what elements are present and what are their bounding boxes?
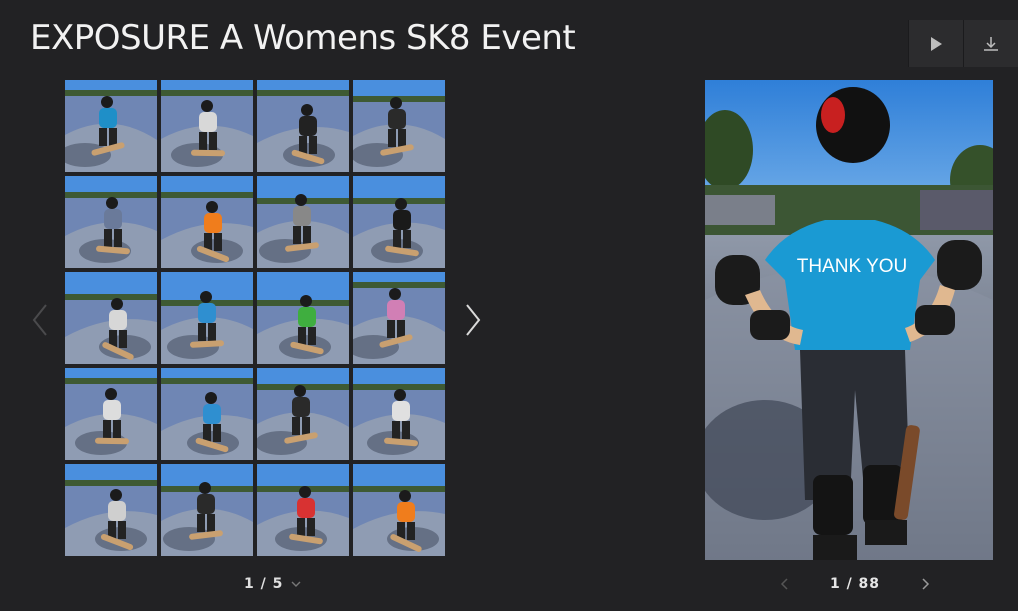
thumbnail-image xyxy=(65,176,157,268)
photo-previous-button[interactable] xyxy=(780,578,788,590)
gallery-toolbar xyxy=(908,20,1018,67)
chevron-down-icon xyxy=(291,581,301,587)
play-icon xyxy=(931,36,942,51)
thumbnail-13[interactable] xyxy=(65,368,157,460)
grid-next-button[interactable] xyxy=(463,300,483,340)
thumbnail-19[interactable] xyxy=(257,464,349,556)
thumbnail-grid xyxy=(65,80,445,556)
slideshow-button[interactable] xyxy=(908,20,963,67)
main-photo[interactable]: THANK YOU xyxy=(705,80,993,560)
thumbnail-14[interactable] xyxy=(161,368,253,460)
thumbnail-3[interactable] xyxy=(257,80,349,172)
thumbnail-image xyxy=(65,368,157,460)
thumbnail-image xyxy=(65,464,157,556)
thumbnail-image xyxy=(161,368,253,460)
grid-page-indicator: 1 / 5 xyxy=(244,576,284,592)
photo-counter: 1 / 88 xyxy=(829,576,881,592)
thumbnail-image xyxy=(257,272,349,364)
thumbnail-image xyxy=(161,272,253,364)
thumbnail-20[interactable] xyxy=(353,464,445,556)
thumbnail-image xyxy=(65,80,157,172)
grid-page-selector[interactable]: 1 / 5 xyxy=(244,576,301,592)
chevron-left-icon xyxy=(780,578,788,590)
thumbnail-8[interactable] xyxy=(353,176,445,268)
main-photo-image: THANK YOU xyxy=(705,80,993,560)
thumbnail-image xyxy=(353,272,445,364)
thumbnail-image xyxy=(353,176,445,268)
thumbnail-9[interactable] xyxy=(65,272,157,364)
chevron-right-icon xyxy=(466,304,481,336)
gallery-title: EXPOSURE A Womens SK8 Event xyxy=(30,18,576,58)
chevron-right-icon xyxy=(922,578,930,590)
photo-next-button[interactable] xyxy=(922,578,930,590)
thumbnail-image xyxy=(257,368,349,460)
thumbnail-12[interactable] xyxy=(353,272,445,364)
thumbnail-17[interactable] xyxy=(65,464,157,556)
thumbnail-4[interactable] xyxy=(353,80,445,172)
thumbnail-18[interactable] xyxy=(161,464,253,556)
thumbnail-2[interactable] xyxy=(161,80,253,172)
thumbnail-7[interactable] xyxy=(257,176,349,268)
thumbnail-image xyxy=(353,368,445,460)
thumbnail-image xyxy=(161,176,253,268)
grid-previous-button[interactable] xyxy=(30,300,50,340)
thumbnail-10[interactable] xyxy=(161,272,253,364)
shirt-text: THANK YOU xyxy=(797,256,908,277)
thumbnail-6[interactable] xyxy=(161,176,253,268)
thumbnail-image xyxy=(65,272,157,364)
thumbnail-image xyxy=(353,464,445,556)
thumbnail-16[interactable] xyxy=(353,368,445,460)
thumbnail-image xyxy=(257,464,349,556)
thumbnail-image xyxy=(161,80,253,172)
download-button[interactable] xyxy=(963,20,1018,67)
download-icon xyxy=(984,36,998,51)
thumbnail-1[interactable] xyxy=(65,80,157,172)
thumbnail-image xyxy=(161,464,253,556)
thumbnail-15[interactable] xyxy=(257,368,349,460)
thumbnail-image xyxy=(257,80,349,172)
thumbnail-11[interactable] xyxy=(257,272,349,364)
thumbnail-image xyxy=(353,80,445,172)
thumbnail-image xyxy=(257,176,349,268)
thumbnail-5[interactable] xyxy=(65,176,157,268)
photo-pager: 1 / 88 xyxy=(780,576,930,592)
gallery-page: EXPOSURE A Womens SK8 Event 1 / 5 THANK … xyxy=(0,0,1018,611)
chevron-left-icon xyxy=(32,304,47,336)
